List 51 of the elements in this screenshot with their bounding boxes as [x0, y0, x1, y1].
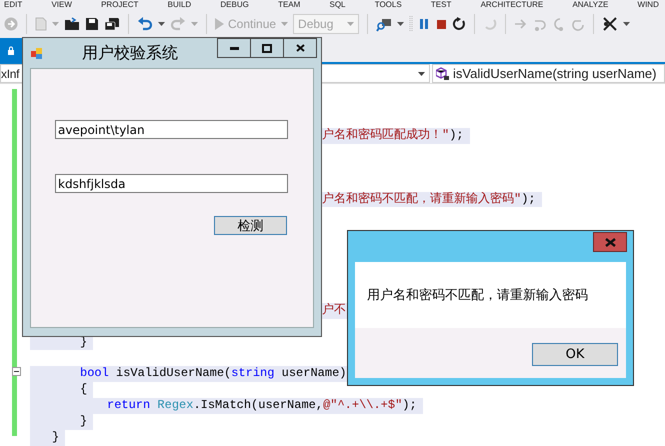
- method-cube-icon: [436, 66, 450, 80]
- caret-icon: [281, 22, 288, 26]
- maximize-button[interactable]: [250, 38, 284, 58]
- collapse-icon[interactable]: [12, 367, 21, 376]
- save-icon[interactable]: [85, 17, 99, 31]
- restart-icon[interactable]: [452, 17, 466, 31]
- open-folder-icon[interactable]: [64, 17, 80, 31]
- caret-icon: [191, 22, 198, 26]
- configuration-value: Debug: [298, 17, 334, 31]
- text-field[interactable]: kdshfjklsda: [55, 174, 288, 193]
- pause-icon[interactable]: [418, 18, 430, 30]
- caret-icon: [418, 72, 425, 76]
- menu-item[interactable]: WIND: [638, 0, 659, 10]
- save-all-icon[interactable]: [104, 17, 120, 31]
- menu-item[interactable]: SQL: [330, 0, 346, 10]
- caret-icon: [397, 22, 404, 26]
- find-icon[interactable]: [376, 16, 392, 32]
- change-bar: [12, 376, 17, 436]
- menu-item[interactable]: TEAM: [278, 0, 300, 10]
- menu-item[interactable]: TEST: [430, 0, 452, 10]
- stop-icon[interactable]: [435, 18, 448, 30]
- close-icon: [604, 238, 616, 246]
- menu-item[interactable]: BUILD: [168, 0, 192, 10]
- message-text: 用户名和密码不匹配，请重新输入密码: [367, 287, 588, 304]
- menu-item[interactable]: VIEW: [51, 0, 72, 10]
- caret-icon: [158, 22, 165, 26]
- ok-button[interactable]: OK: [532, 343, 618, 366]
- caret-icon: [623, 22, 630, 26]
- undo-icon[interactable]: [137, 16, 153, 32]
- minimize-icon: [230, 46, 238, 50]
- minimize-button[interactable]: [217, 38, 251, 58]
- grip-icon: [409, 15, 414, 33]
- close-button[interactable]: [283, 38, 317, 58]
- play-icon: [215, 18, 224, 30]
- menu-item[interactable]: EDIT: [4, 0, 22, 10]
- menu-item[interactable]: PROJECT: [101, 0, 138, 10]
- menu-item[interactable]: ARCHITECTURE: [480, 0, 544, 10]
- text-field[interactable]: avepoint\tylan: [55, 120, 288, 139]
- document-tab[interactable]: [0, 38, 22, 62]
- maximize-icon: [262, 44, 272, 52]
- member-dropdown[interactable]: isValidUserName(string userName): [432, 64, 665, 83]
- check-button[interactable]: 检测: [214, 216, 287, 235]
- close-icon: [296, 44, 304, 52]
- app-icon: [30, 46, 44, 60]
- caret-icon: [347, 22, 354, 26]
- window-title: 用户校验系统: [82, 42, 178, 64]
- menu-item[interactable]: ANALYZE: [572, 0, 608, 10]
- caret-icon: [52, 22, 59, 26]
- menu-item[interactable]: DEBUG: [220, 0, 249, 10]
- lock-icon: [7, 46, 15, 54]
- menu-item[interactable]: TOOLS: [374, 0, 402, 10]
